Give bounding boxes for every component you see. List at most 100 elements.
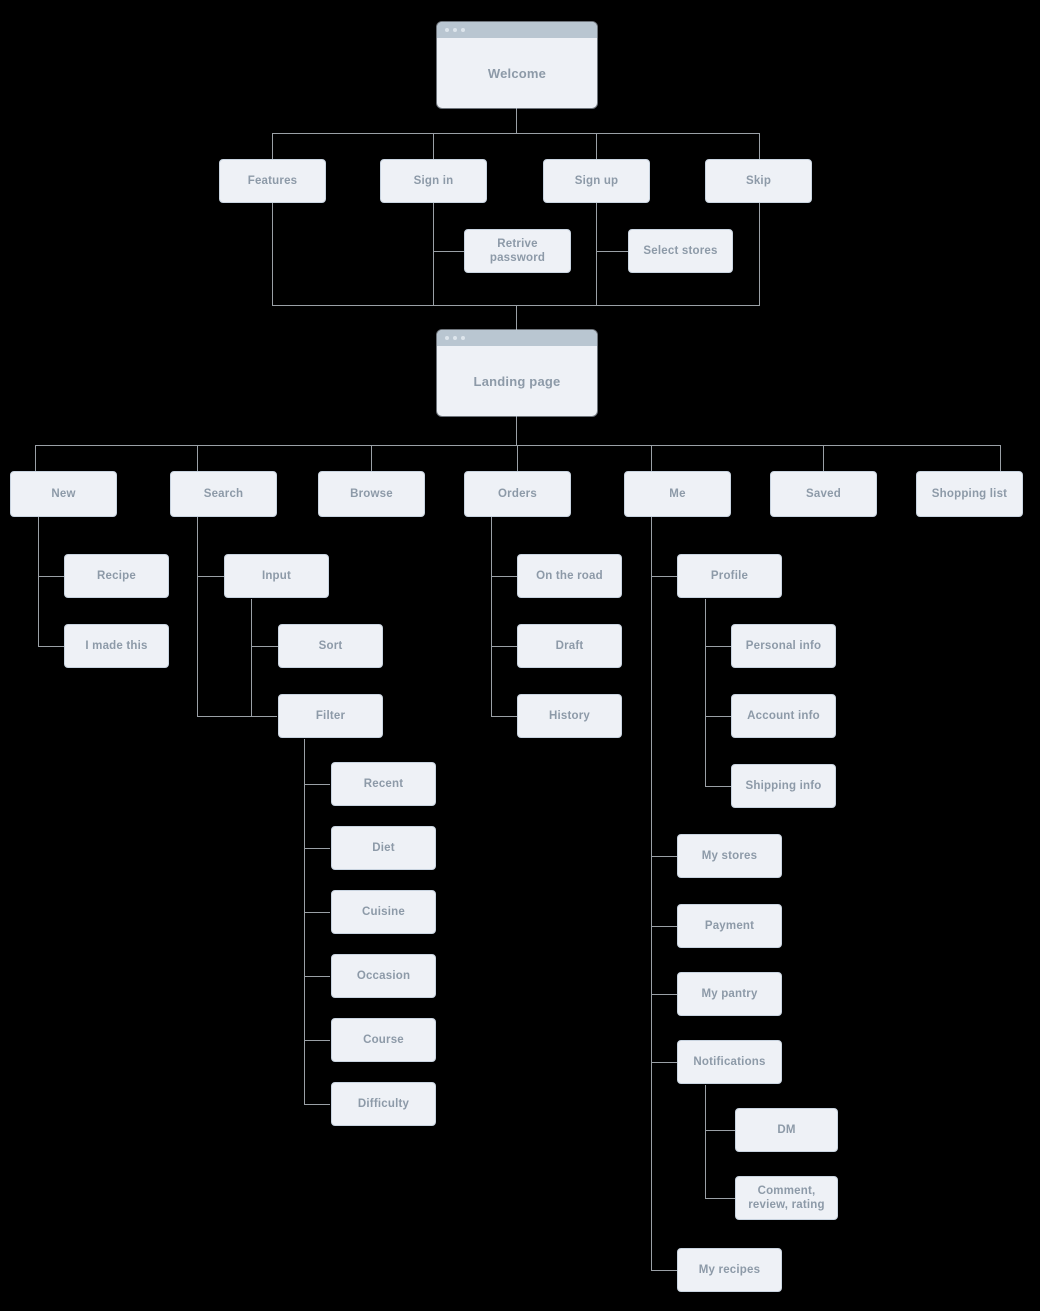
node-comment-review-rating-label: Comment, review, rating — [748, 1184, 825, 1211]
connector-orders-to-ontheroad — [491, 576, 517, 577]
node-my-pantry-label: My pantry — [701, 987, 758, 1000]
node-search-label: Search — [203, 487, 244, 500]
node-profile-label: Profile — [710, 569, 749, 582]
node-browse[interactable]: Browse — [318, 471, 425, 517]
connector-input-to-sort — [251, 646, 279, 647]
node-features-label: Features — [247, 174, 298, 187]
connector-orders-to-draft — [491, 646, 517, 647]
node-saved[interactable]: Saved — [770, 471, 877, 517]
node-on-the-road-label: On the road — [536, 569, 603, 582]
connector-landing-down — [516, 416, 517, 446]
node-input[interactable]: Input — [224, 554, 329, 598]
node-i-made-this[interactable]: I made this — [64, 624, 169, 668]
connector-landing-bus — [35, 445, 1001, 446]
node-my-recipes[interactable]: My recipes — [677, 1248, 782, 1292]
node-recent-label: Recent — [363, 777, 404, 790]
node-personal-info[interactable]: Personal info — [731, 624, 836, 668]
connector-orders-spine — [491, 517, 492, 717]
connector-bus-to-signup — [596, 133, 597, 159]
connector-notifications-to-comment — [705, 1198, 735, 1199]
connector-bus-to-shoppinglist — [1000, 445, 1001, 471]
node-diet-label: Diet — [372, 841, 395, 854]
node-my-pantry[interactable]: My pantry — [677, 972, 782, 1016]
node-notifications-label: Notifications — [693, 1055, 766, 1068]
connector-me-to-myrecipes — [651, 1270, 677, 1271]
connector-bus-to-search — [197, 445, 198, 471]
landing-page-titlebar — [437, 330, 597, 346]
node-orders[interactable]: Orders — [464, 471, 571, 517]
node-shopping-list[interactable]: Shopping list — [916, 471, 1023, 517]
node-payment[interactable]: Payment — [677, 904, 782, 948]
node-welcome[interactable]: Welcome — [437, 22, 597, 108]
connector-me-spine — [651, 517, 652, 1271]
connector-filter-to-diet — [304, 848, 330, 849]
connector-filter-to-recent — [304, 784, 330, 785]
node-history-label: History — [548, 709, 591, 722]
node-my-stores-label: My stores — [701, 849, 758, 862]
node-recipe-label: Recipe — [97, 569, 136, 582]
node-shopping-list-label: Shopping list — [931, 487, 1008, 500]
window-dot-close-icon — [445, 336, 449, 340]
connector-me-to-mystores — [651, 856, 677, 857]
node-sort[interactable]: Sort — [278, 624, 383, 668]
node-recent[interactable]: Recent — [331, 762, 436, 806]
connector-bus-to-features — [272, 133, 273, 159]
node-notifications[interactable]: Notifications — [677, 1040, 782, 1084]
node-sign-up[interactable]: Sign up — [543, 159, 650, 203]
connector-skip-down — [759, 203, 760, 306]
connector-signup-down — [596, 203, 597, 252]
node-shipping-info[interactable]: Shipping info — [731, 764, 836, 808]
window-dot-maximize-icon — [461, 28, 465, 32]
node-account-info[interactable]: Account info — [731, 694, 836, 738]
connector-me-to-profile — [651, 576, 677, 577]
node-retrive-password[interactable]: Retrive password — [464, 229, 571, 273]
node-profile[interactable]: Profile — [677, 554, 782, 598]
node-landing-page[interactable]: Landing page — [437, 330, 597, 416]
connector-signin-to-retrive — [433, 251, 465, 252]
connector-profile-to-personalinfo — [705, 646, 731, 647]
node-payment-label: Payment — [704, 919, 755, 932]
node-draft-label: Draft — [555, 639, 584, 652]
connector-signin-down — [433, 203, 434, 252]
node-cuisine-label: Cuisine — [362, 905, 405, 918]
connector-filter-to-course — [304, 1040, 330, 1041]
node-dm[interactable]: DM — [735, 1108, 838, 1152]
node-comment-review-rating[interactable]: Comment, review, rating — [735, 1176, 838, 1220]
node-sign-in[interactable]: Sign in — [380, 159, 487, 203]
node-my-stores[interactable]: My stores — [677, 834, 782, 878]
node-new[interactable]: New — [10, 471, 117, 517]
node-skip[interactable]: Skip — [705, 159, 812, 203]
node-diet[interactable]: Diet — [331, 826, 436, 870]
connector-me-to-notifications — [651, 1062, 677, 1063]
node-on-the-road[interactable]: On the road — [517, 554, 622, 598]
node-recipe[interactable]: Recipe — [64, 554, 169, 598]
node-features[interactable]: Features — [219, 159, 326, 203]
node-me[interactable]: Me — [624, 471, 731, 517]
connector-notifications-spine — [705, 1085, 706, 1199]
node-filter[interactable]: Filter — [278, 694, 383, 738]
node-personal-info-label: Personal info — [745, 639, 822, 652]
connector-signup-to-selectstores — [596, 251, 628, 252]
node-saved-label: Saved — [806, 487, 841, 500]
window-dot-close-icon — [445, 28, 449, 32]
connector-profile-to-shippinginfo — [705, 786, 731, 787]
node-i-made-this-label: I made this — [85, 639, 148, 652]
node-sort-label: Sort — [318, 639, 343, 652]
node-cuisine[interactable]: Cuisine — [331, 890, 436, 934]
connector-bus-to-me — [651, 445, 652, 471]
node-occasion[interactable]: Occasion — [331, 954, 436, 998]
node-course[interactable]: Course — [331, 1018, 436, 1062]
connector-bus-to-saved — [823, 445, 824, 471]
node-dm-label: DM — [777, 1123, 796, 1136]
node-history[interactable]: History — [517, 694, 622, 738]
node-difficulty[interactable]: Difficulty — [331, 1082, 436, 1126]
node-draft[interactable]: Draft — [517, 624, 622, 668]
node-landing-page-label: Landing page — [473, 373, 561, 389]
connector-new-to-imadethis — [38, 646, 64, 647]
node-browse-label: Browse — [350, 487, 393, 500]
node-my-recipes-label: My recipes — [698, 1263, 761, 1276]
connector-signin-down-2 — [433, 251, 434, 306]
node-orders-label: Orders — [498, 487, 537, 500]
node-select-stores[interactable]: Select stores — [628, 229, 733, 273]
node-search[interactable]: Search — [170, 471, 277, 517]
